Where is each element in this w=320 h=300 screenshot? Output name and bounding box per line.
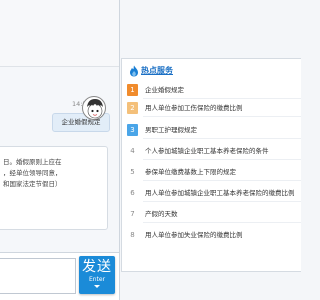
hot-item[interactable]: 8 用人单位参加失业保险的缴费比例 [127,226,301,244]
bot-reply-card: 日。婚假原则上应在 ，经单位领导同意， 和国家法定节假日） [0,146,108,230]
chat-pane: 14:50:52 企业婚假规定 日。婚假原则上应在 ，经单位领导同意， 和国家法… [0,0,119,300]
rank-badge: 4 [127,145,138,157]
reply-line: 和国家法定节假日） [3,180,62,188]
hot-item-label[interactable]: 用人单位参加城镇企业职工基本养老保险的缴费比例 [145,184,301,202]
message-input[interactable] [0,258,76,294]
hot-item[interactable]: 7 产假的天数 [127,205,301,223]
hot-services-panel: 热点服务 1 企业婚假规定 2 用人单位参加工伤保险的缴费比例 3 男职工护理假… [121,58,301,272]
send-shortcut-label: Enter [88,276,106,283]
hot-item-label[interactable]: 产假的天数 [145,205,301,223]
rank-badge: 2 [127,102,138,114]
hot-item-label[interactable]: 参保单位缴费基数上下限的规定 [145,163,301,181]
row-divider [143,201,301,202]
send-button-label: 发送 [82,259,112,275]
reply-line: 日。婚假原则上应在 [3,158,62,166]
caret-down-icon[interactable] [94,285,100,288]
rank-badge: 1 [127,84,138,96]
hot-item[interactable]: 3 男职工护理假规定 [127,121,301,139]
user-avatar [82,96,106,120]
hot-item[interactable]: 1 企业婚假规定 [127,81,301,99]
chat-divider [0,66,119,67]
send-button[interactable]: 发送 Enter [79,256,115,294]
hot-services-title[interactable]: 热点服务 [141,65,173,76]
chat-header-area [0,0,119,66]
rank-badge: 6 [127,187,138,199]
bot-reply-text: 日。婚假原则上应在 ，经单位领导同意， 和国家法定节假日） [3,157,107,190]
hot-item[interactable]: 4 个人参加城镇企业职工基本养老保险的条件 [127,142,301,160]
hot-item[interactable]: 6 用人单位参加城镇企业职工基本养老保险的缴费比例 [127,184,301,202]
row-divider [143,138,301,139]
hot-item-label[interactable]: 用人单位参加工伤保险的缴费比例 [145,99,301,117]
rank-badge: 3 [127,124,138,136]
row-divider [143,222,301,223]
hot-item[interactable]: 5 参保单位缴费基数上下限的规定 [127,163,301,181]
flame-icon [130,65,138,77]
rank-badge: 7 [127,208,138,220]
hot-item-label[interactable]: 企业婚假规定 [145,81,301,99]
rank-badge: 8 [127,229,138,241]
row-divider [143,180,301,181]
row-divider [143,159,301,160]
rank-badge: 5 [127,166,138,178]
reply-line: ，经单位领导同意， [3,169,62,177]
column-divider [119,0,120,300]
hot-item-label[interactable]: 用人单位参加失业保险的缴费比例 [145,226,301,244]
hot-item-label[interactable]: 个人参加城镇企业职工基本养老保险的条件 [145,142,301,160]
hot-item-label[interactable]: 男职工护理假规定 [145,121,301,139]
hot-item[interactable]: 2 用人单位参加工伤保险的缴费比例 [127,99,301,117]
hot-services-header: 热点服务 [122,59,301,81]
row-divider [143,116,301,117]
